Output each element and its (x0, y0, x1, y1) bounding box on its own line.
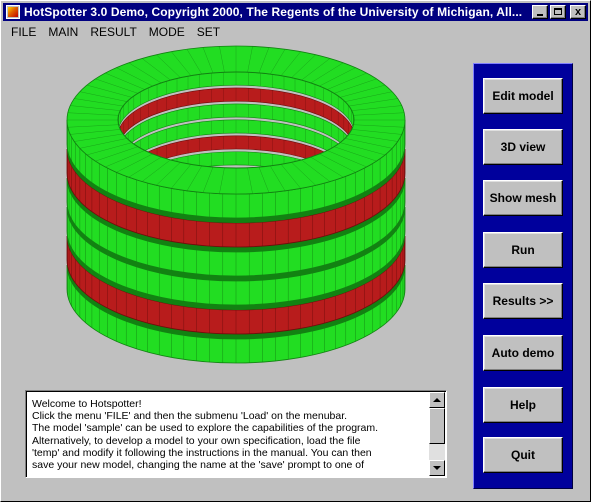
menu-file[interactable]: FILE (3, 23, 42, 41)
scroll-down-button[interactable] (429, 460, 445, 476)
console-line: Click the menu 'FILE' and then the subme… (32, 410, 348, 423)
auto-demo-button[interactable]: Auto demo (483, 335, 563, 371)
menu-main[interactable]: MAIN (42, 23, 84, 41)
arrow-down-icon (433, 466, 441, 470)
scroll-up-button[interactable] (429, 392, 445, 408)
console-line: Alternatively, to develop a model to you… (32, 434, 361, 447)
3d-view-button[interactable]: 3D view (483, 129, 563, 165)
minimize-button[interactable] (532, 5, 548, 19)
app-window: HotSpotter 3.0 Demo, Copyright 2000, The… (0, 0, 591, 502)
console-line: 'temp' and modify it following the instr… (32, 446, 372, 459)
menu-bar: FILE MAIN RESULT MODE SET (3, 22, 588, 42)
ring-model-graphic (66, 45, 406, 364)
close-button[interactable]: x (570, 5, 586, 19)
help-button[interactable]: Help (483, 387, 563, 423)
console-line: Welcome to Hotspotter! (32, 398, 142, 410)
quit-button[interactable]: Quit (483, 437, 563, 473)
arrow-up-icon (433, 398, 441, 402)
title-bar[interactable]: HotSpotter 3.0 Demo, Copyright 2000, The… (3, 3, 588, 21)
show-mesh-button[interactable]: Show mesh (483, 180, 563, 216)
scroll-thumb[interactable] (429, 408, 445, 444)
run-button[interactable]: Run (483, 232, 563, 268)
maximize-button[interactable] (550, 5, 566, 19)
console-text: Welcome to Hotspotter! Click the menu 'F… (32, 398, 427, 476)
message-console[interactable]: Welcome to Hotspotter! Click the menu 'F… (25, 390, 447, 478)
edit-model-button[interactable]: Edit model (483, 78, 563, 114)
console-scrollbar[interactable] (429, 392, 445, 476)
menu-mode[interactable]: MODE (143, 23, 191, 41)
console-line: save your new model, changing the name a… (32, 459, 365, 472)
app-icon[interactable] (6, 5, 20, 19)
menu-result[interactable]: RESULT (84, 23, 142, 41)
menu-set[interactable]: SET (191, 23, 226, 41)
results-button[interactable]: Results >> (483, 283, 563, 319)
window-title: HotSpotter 3.0 Demo, Copyright 2000, The… (24, 5, 523, 19)
console-line: The model 'sample' can be used to explor… (32, 422, 379, 435)
model-3d-view[interactable] (5, 44, 470, 379)
control-panel: Edit model 3D view Show mesh Run Results… (473, 63, 573, 489)
